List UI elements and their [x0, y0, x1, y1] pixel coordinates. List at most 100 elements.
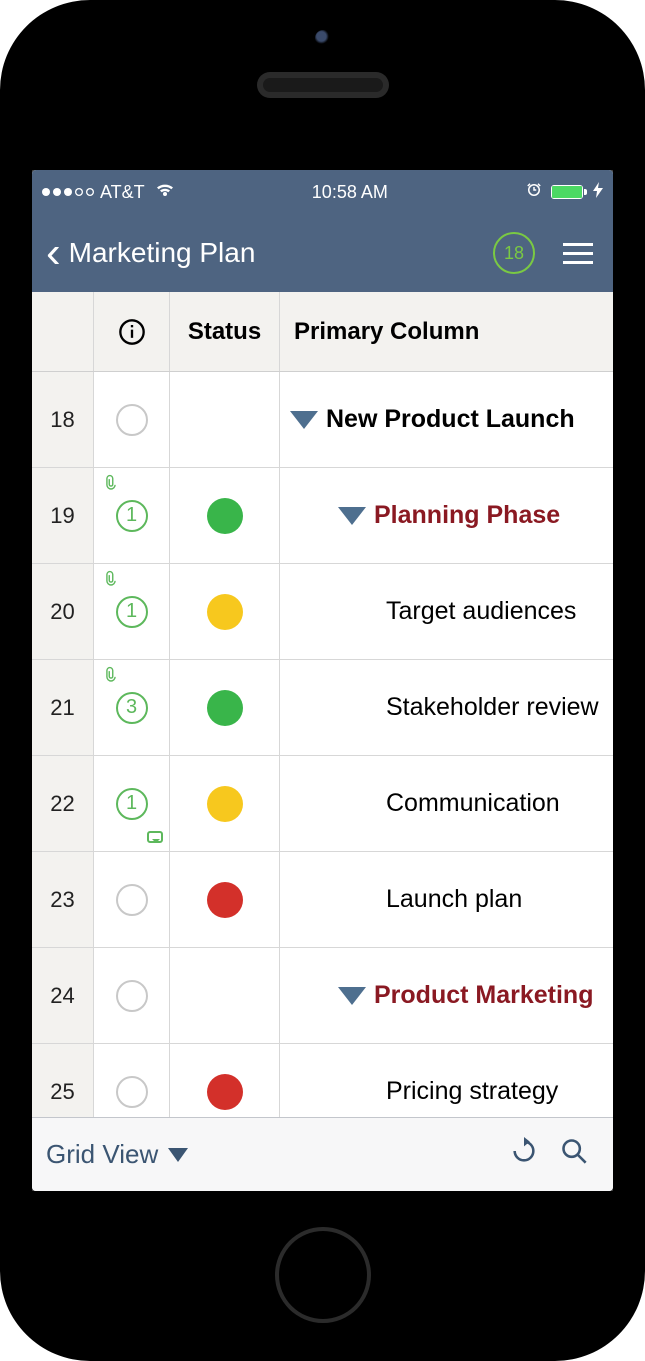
status-cell[interactable] — [170, 756, 280, 851]
refresh-icon — [510, 1137, 538, 1165]
search-button[interactable] — [549, 1137, 599, 1173]
carrier-label: AT&T — [100, 182, 145, 203]
status-cell[interactable] — [170, 1044, 280, 1117]
info-cell[interactable] — [94, 372, 170, 467]
status-dot-icon — [207, 882, 243, 918]
primary-text: Product Marketing — [374, 981, 593, 1010]
table-row[interactable]: 23 Launch plan — [32, 852, 613, 948]
primary-text: Communication — [386, 789, 560, 818]
primary-cell[interactable]: Target audiences — [280, 564, 613, 659]
view-picker-label: Grid View — [46, 1139, 158, 1170]
disclosure-triangle-icon[interactable] — [290, 411, 318, 429]
page-title: Marketing Plan — [69, 237, 493, 269]
status-dot-icon — [207, 594, 243, 630]
grid-header-row: Status Primary Column — [32, 292, 613, 372]
primary-cell[interactable]: Launch plan — [280, 852, 613, 947]
clock: 10:58 AM — [175, 182, 525, 203]
discussion-bubble-icon — [116, 884, 148, 916]
status-dot-icon — [207, 786, 243, 822]
row-number[interactable]: 24 — [32, 948, 94, 1043]
table-row[interactable]: 22 1 Communication — [32, 756, 613, 852]
chevron-down-icon — [168, 1148, 188, 1162]
primary-column-header[interactable]: Primary Column — [280, 292, 613, 371]
discussion-bubble-icon: 3 — [116, 692, 148, 724]
info-cell[interactable]: 1 — [94, 564, 170, 659]
status-column-header[interactable]: Status — [170, 292, 280, 371]
view-picker[interactable]: Grid View — [46, 1139, 188, 1170]
phone-frame: AT&T 10:58 AM ‹ Marketing Pla — [0, 0, 645, 1361]
home-button — [275, 1227, 371, 1323]
ios-status-bar: AT&T 10:58 AM — [32, 170, 613, 214]
info-cell[interactable]: 1 — [94, 756, 170, 851]
app-nav-bar: ‹ Marketing Plan 18 — [32, 214, 613, 292]
primary-text: New Product Launch — [326, 405, 575, 434]
table-row[interactable]: 18 New Product Launch — [32, 372, 613, 468]
table-row[interactable]: 20 1 Target audiences — [32, 564, 613, 660]
status-cell[interactable] — [170, 948, 280, 1043]
info-icon — [118, 318, 146, 346]
discussion-bubble-icon: 1 — [116, 788, 148, 820]
alarm-icon — [525, 181, 543, 204]
rownum-header — [32, 292, 94, 371]
charging-icon — [593, 182, 603, 203]
row-number[interactable]: 23 — [32, 852, 94, 947]
primary-text: Target audiences — [386, 597, 576, 626]
back-button[interactable]: ‹ — [46, 231, 61, 275]
info-column-header[interactable] — [94, 292, 170, 371]
primary-cell[interactable]: New Product Launch — [280, 372, 613, 467]
discussion-bubble-icon — [116, 980, 148, 1012]
primary-text: Pricing strategy — [386, 1077, 558, 1106]
info-cell[interactable]: 3 — [94, 660, 170, 755]
status-dot-icon — [207, 690, 243, 726]
info-cell[interactable]: 1 — [94, 468, 170, 563]
discussion-bubble-icon: 1 — [116, 500, 148, 532]
search-icon — [560, 1137, 588, 1165]
status-cell[interactable] — [170, 564, 280, 659]
menu-button[interactable] — [557, 237, 599, 270]
row-number[interactable]: 19 — [32, 468, 94, 563]
info-cell[interactable] — [94, 1044, 170, 1117]
sheet-grid[interactable]: Status Primary Column 18 New Product Laun… — [32, 292, 613, 1117]
discussion-bubble-icon: 1 — [116, 596, 148, 628]
primary-cell[interactable]: Pricing strategy — [280, 1044, 613, 1117]
attachment-icon — [104, 666, 118, 687]
primary-text: Stakeholder review — [386, 693, 599, 722]
table-row[interactable]: 19 1 Planning Phase — [32, 468, 613, 564]
comment-icon — [147, 831, 163, 843]
row-badge[interactable]: 18 — [493, 232, 535, 274]
primary-text: Planning Phase — [374, 501, 560, 530]
status-cell[interactable] — [170, 852, 280, 947]
signal-strength-icon — [42, 188, 94, 196]
status-dot-icon — [207, 498, 243, 534]
discussion-bubble-icon — [116, 1076, 148, 1108]
disclosure-triangle-icon[interactable] — [338, 987, 366, 1005]
info-cell[interactable] — [94, 852, 170, 947]
table-row[interactable]: 25 Pricing strategy — [32, 1044, 613, 1117]
status-cell[interactable] — [170, 372, 280, 467]
row-number[interactable]: 20 — [32, 564, 94, 659]
battery-icon — [551, 185, 583, 199]
primary-cell[interactable]: Planning Phase — [280, 468, 613, 563]
row-number[interactable]: 25 — [32, 1044, 94, 1117]
table-row[interactable]: 21 3 Stakeholder review — [32, 660, 613, 756]
refresh-button[interactable] — [499, 1137, 549, 1173]
disclosure-triangle-icon[interactable] — [338, 507, 366, 525]
primary-cell[interactable]: Communication — [280, 756, 613, 851]
status-cell[interactable] — [170, 660, 280, 755]
row-number[interactable]: 18 — [32, 372, 94, 467]
row-number[interactable]: 22 — [32, 756, 94, 851]
table-row[interactable]: 24 Product Marketing — [32, 948, 613, 1044]
wifi-icon — [155, 182, 175, 203]
primary-cell[interactable]: Product Marketing — [280, 948, 613, 1043]
info-cell[interactable] — [94, 948, 170, 1043]
primary-cell[interactable]: Stakeholder review — [280, 660, 613, 755]
screen: AT&T 10:58 AM ‹ Marketing Pla — [32, 170, 613, 1191]
status-dot-icon — [207, 1074, 243, 1110]
bottom-toolbar: Grid View — [32, 1117, 613, 1191]
attachment-icon — [104, 570, 118, 591]
attachment-icon — [104, 474, 118, 495]
status-cell[interactable] — [170, 468, 280, 563]
discussion-bubble-icon — [116, 404, 148, 436]
row-number[interactable]: 21 — [32, 660, 94, 755]
primary-text: Launch plan — [386, 885, 522, 914]
